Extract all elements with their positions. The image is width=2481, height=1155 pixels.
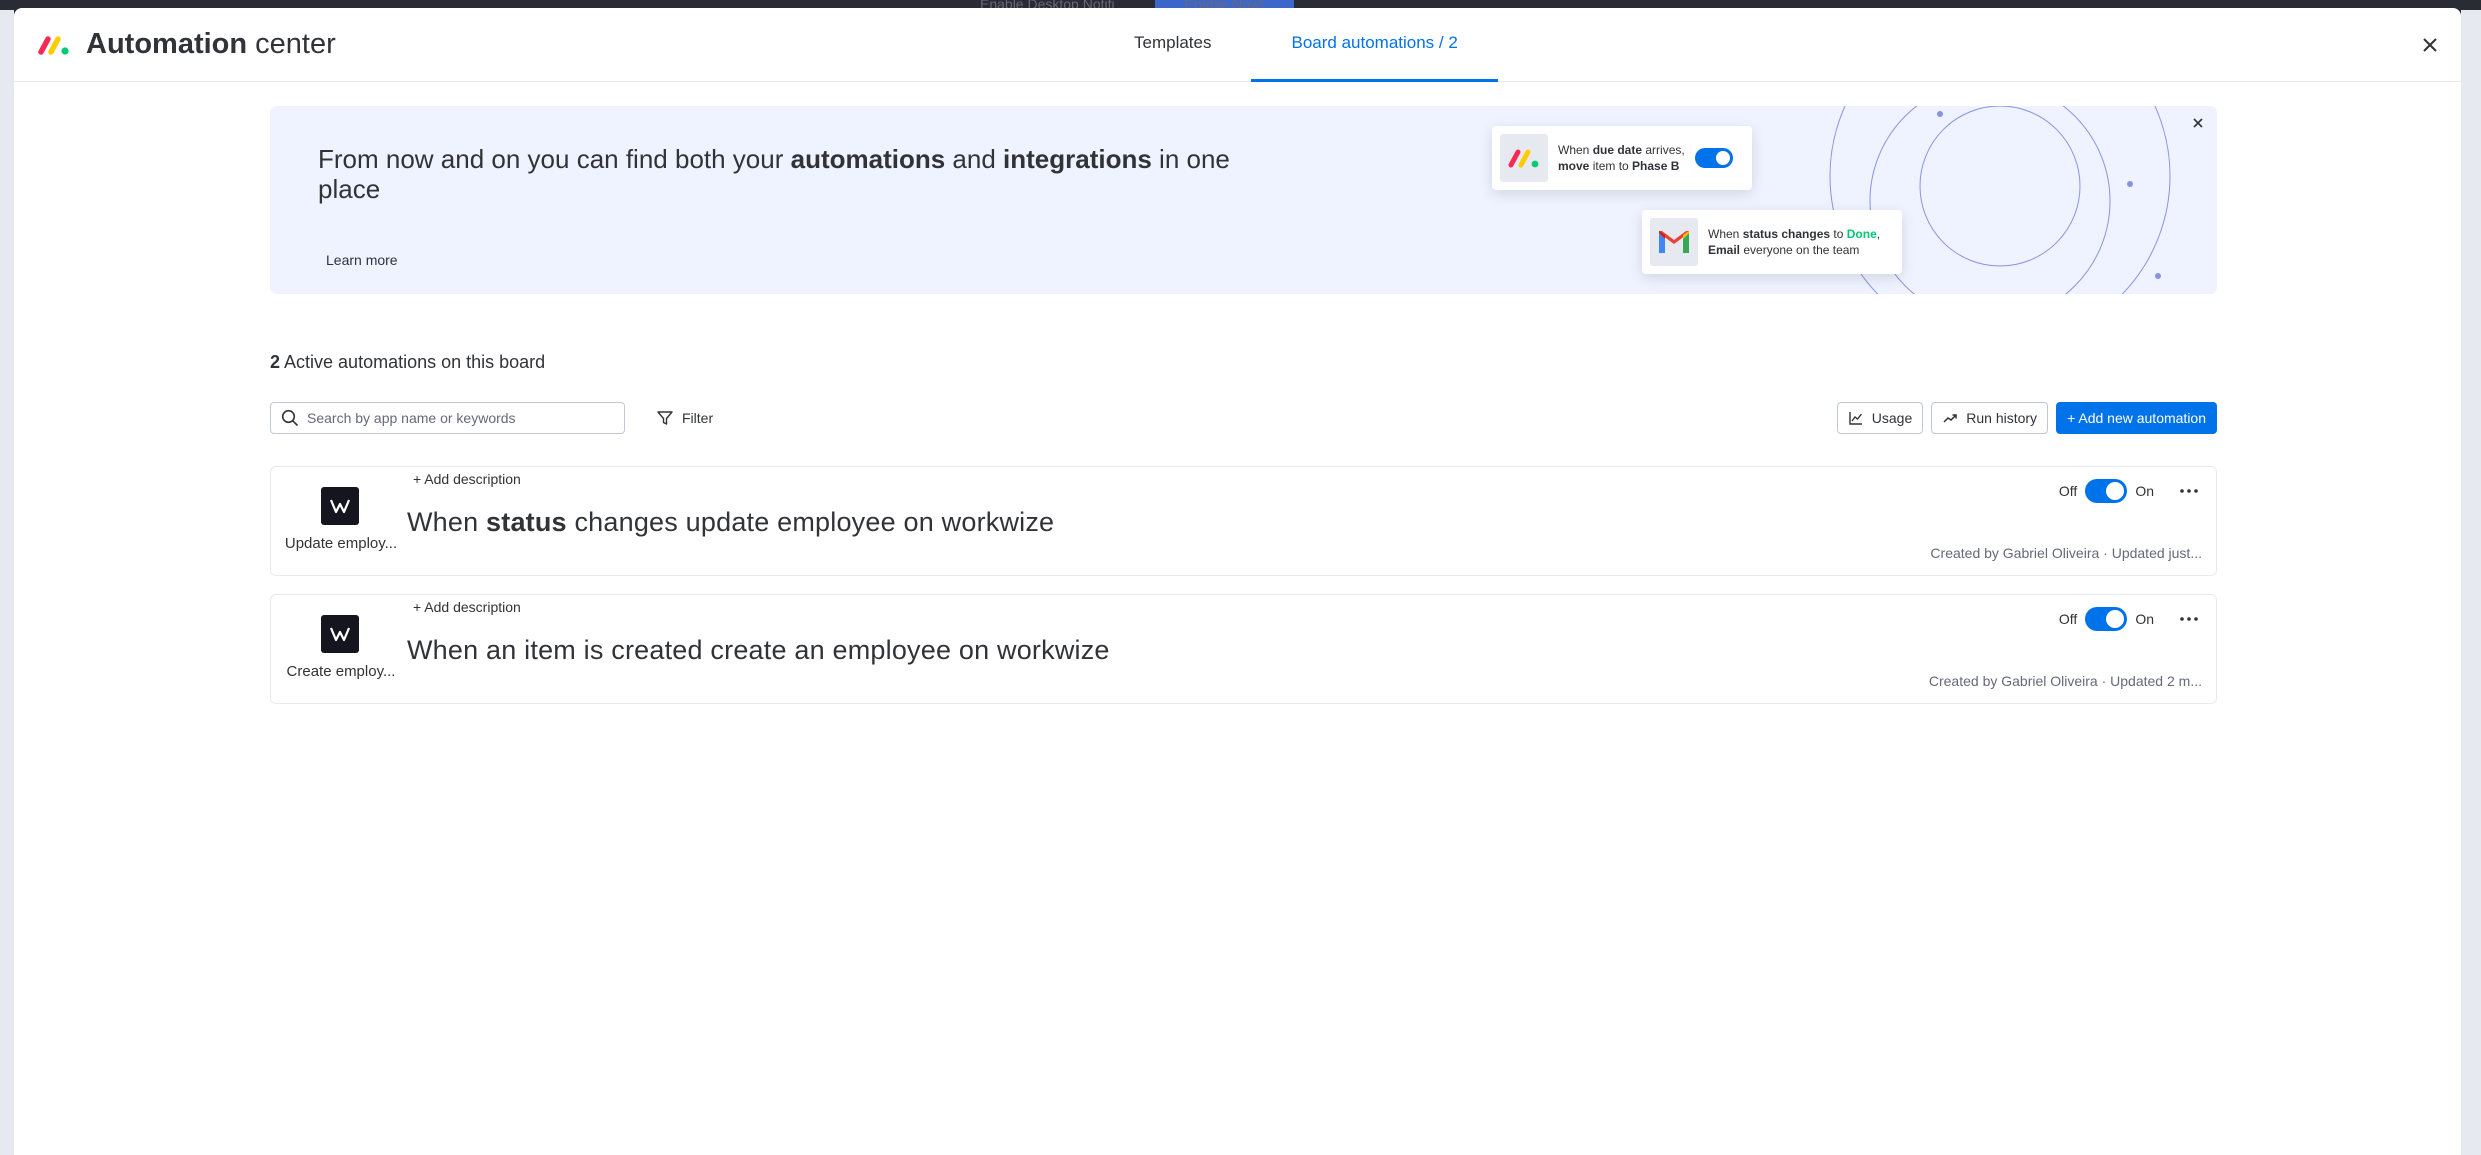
filter-button[interactable]: Filter [650, 402, 719, 434]
automation-row[interactable]: Create employ... + Add description When … [270, 594, 2217, 704]
card-status-email-text: When status changes to Done, Email every… [1708, 226, 1880, 258]
automation-row[interactable]: Update employ... + Add description When … [270, 466, 2217, 576]
automation-toggle[interactable] [2085, 479, 2128, 503]
sentence-part: changes update employee on workwize [566, 507, 1055, 537]
card-text-part: arrives, [1642, 143, 1685, 157]
card-text-part: everyone on the team [1740, 243, 1860, 257]
learn-more-link[interactable]: Learn more [326, 252, 398, 268]
card-text-bold: status changes [1742, 227, 1831, 241]
workwize-app-icon [321, 487, 359, 525]
add-description-link[interactable]: + Add description [413, 599, 521, 615]
modal-header: Automation center Templates Board automa… [14, 8, 2461, 82]
card-text-part: item to [1589, 159, 1633, 173]
card-text-part: When [1558, 143, 1593, 157]
workwize-app-icon [321, 615, 359, 653]
banner-text: From now and on you can find both your a… [318, 144, 1278, 204]
add-new-automation-button[interactable]: + Add new automation [2056, 402, 2217, 434]
sentence-part: When [407, 507, 487, 537]
automation-center-modal: Automation center Templates Board automa… [14, 8, 2461, 1155]
close-icon[interactable] [2419, 34, 2441, 56]
automation-app-label: Create employ... [286, 663, 396, 680]
page-title: Automation center [86, 28, 336, 61]
more-options-icon[interactable] [2176, 479, 2202, 503]
banner-text-bold: integrations [1003, 144, 1152, 174]
background-right-edge [2461, 10, 2481, 1155]
run-history-button[interactable]: Run history [1931, 402, 2049, 434]
card-text-part: When [1708, 227, 1743, 241]
active-automations-heading: 2 Active automations on this board [270, 352, 545, 373]
usage-label: Usage [1871, 410, 1913, 426]
tab-bar: Templates Board automations / 2 [1094, 8, 1498, 82]
automation-sentence[interactable]: When status changes update employee on w… [407, 507, 1054, 538]
search-box [270, 402, 625, 434]
automations-toolbar: Filter Usage Run history + Add new autom… [270, 402, 2217, 436]
card-text-bold: due date [1592, 143, 1643, 157]
automation-toggle[interactable] [2085, 607, 2128, 631]
filter-icon [657, 411, 673, 425]
gmail-icon [1650, 218, 1698, 266]
example-card-status-email: When status changes to Done, Email every… [1642, 210, 1902, 274]
sentence-part: When an item is created create an employ… [407, 635, 1110, 665]
banner-text-part: and [945, 144, 1004, 174]
monday-card-icon [1500, 134, 1548, 182]
card-text-bold: Email [1708, 243, 1741, 257]
automation-toggle-group: Off On [2059, 479, 2154, 503]
card-text-part: , [1876, 227, 1881, 241]
add-description-link[interactable]: + Add description [413, 471, 521, 487]
background-enable-button: Enable Now! [1154, 0, 1295, 8]
background-notification-text: Enable Desktop Notifi [980, 0, 1115, 8]
automation-meta: Created by Gabriel Oliveira · Updated 2 … [1928, 673, 2202, 689]
automation-sentence[interactable]: When an item is created create an employ… [407, 635, 1110, 666]
usage-button[interactable]: Usage [1836, 402, 1924, 434]
search-icon [281, 409, 299, 427]
tab-templates[interactable]: Templates [1094, 8, 1251, 82]
card-toggle [1694, 148, 1733, 168]
toggle-on-label: On [2135, 483, 2154, 499]
info-banner: From now and on you can find both your a… [270, 106, 2217, 294]
trend-icon [1943, 414, 1957, 423]
toggle-off-label: Off [2058, 483, 2078, 499]
more-options-icon[interactable] [2176, 607, 2202, 631]
banner-text-bold: automations [790, 144, 946, 174]
toggle-off-label: Off [2058, 611, 2078, 627]
page-title-bold: Automation [86, 28, 248, 60]
card-text-bold: move [1558, 159, 1590, 173]
banner-text-part: From now and on you can find both your [318, 144, 791, 174]
automation-meta: Created by Gabriel Oliveira · Updated ju… [1930, 545, 2202, 561]
active-automations-count: 2 [270, 352, 281, 372]
tab-board-automations[interactable]: Board automations / 2 [1251, 8, 1498, 82]
monday-logo-icon [38, 36, 69, 55]
background-left-edge [0, 10, 14, 1155]
active-automations-label: Active automations on this board [280, 352, 546, 372]
automation-app-label: Update employ... [284, 535, 398, 552]
automation-toggle-group: Off On [2059, 607, 2154, 631]
card-due-date-text: When due date arrives, move item to Phas… [1558, 142, 1685, 174]
page-title-rest: center [255, 28, 336, 60]
card-text-part: to [1830, 227, 1847, 241]
sentence-bold: status [486, 507, 567, 537]
toggle-on-label: On [2135, 611, 2154, 627]
chart-icon [1849, 412, 1862, 425]
run-history-label: Run history [1966, 410, 2038, 426]
example-card-due-date: When due date arrives, move item to Phas… [1492, 126, 1752, 190]
card-text-bold: Phase B [1632, 159, 1680, 173]
filter-label: Filter [682, 410, 714, 426]
search-input[interactable] [307, 410, 607, 426]
card-text-done: Done [1846, 227, 1877, 241]
toolbar-actions: Usage Run history + Add new automation [1836, 402, 2217, 434]
